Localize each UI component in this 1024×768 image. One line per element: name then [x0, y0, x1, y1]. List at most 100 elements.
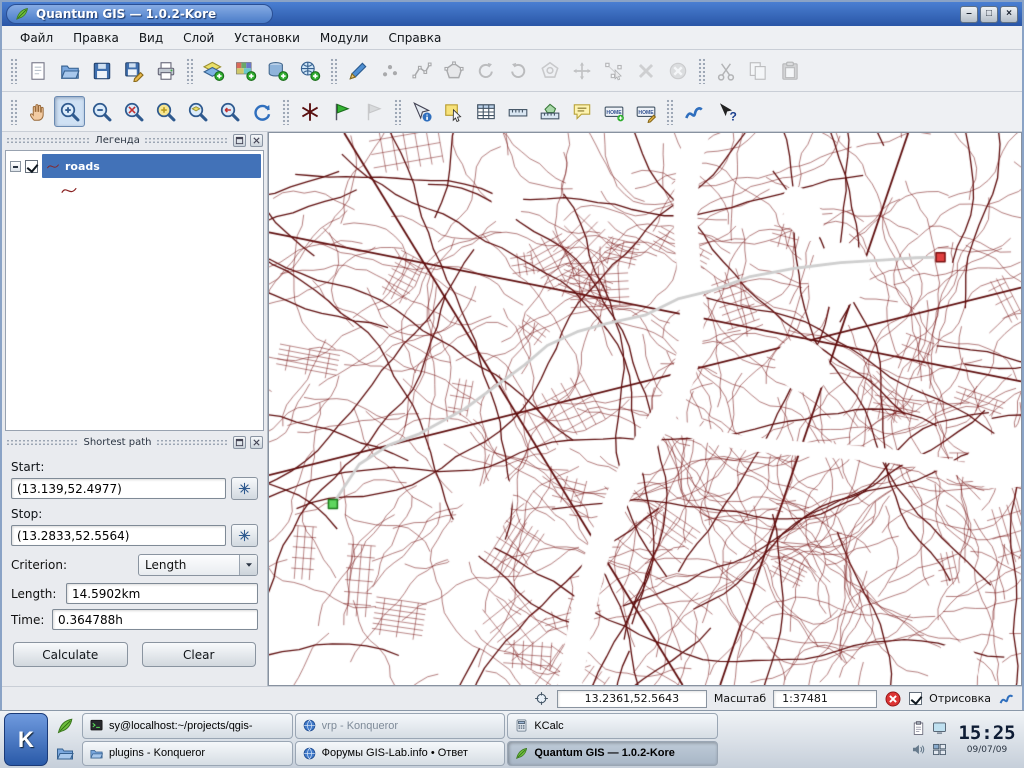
shortest-path-close-button[interactable] — [250, 436, 263, 449]
selected-layer-row[interactable]: roads — [42, 154, 261, 178]
menu-file[interactable]: Файл — [10, 28, 63, 48]
roads-symbol-line — [52, 181, 86, 199]
folder-icon[interactable] — [55, 743, 75, 763]
criterion-select[interactable]: Length — [138, 554, 258, 576]
window-title: Quantum GIS — 1.0.2-Kore — [36, 7, 216, 21]
refresh-map-button[interactable] — [246, 96, 277, 127]
add-raster-layer-button[interactable] — [230, 55, 261, 86]
k-menu-button[interactable]: K — [4, 713, 48, 766]
save-project-as-button[interactable] — [118, 55, 149, 86]
volume-icon[interactable] — [910, 741, 929, 760]
task-button[interactable]: KCalc — [507, 713, 718, 739]
zoom-to-layer-button[interactable] — [182, 96, 213, 127]
coordinate-display[interactable]: 13.2361,52.5643 — [557, 690, 707, 708]
menu-layer[interactable]: Слой — [173, 28, 224, 48]
calculate-button[interactable]: Calculate — [13, 642, 128, 667]
measure-area-button[interactable] — [534, 96, 565, 127]
shortest-path-panel-header[interactable]: Shortest path — [2, 434, 267, 451]
minimize-button[interactable]: – — [960, 6, 978, 23]
add-postgis-layer-button[interactable] — [262, 55, 293, 86]
length-output[interactable] — [66, 583, 258, 604]
legend-float-button[interactable] — [233, 134, 246, 147]
task-button[interactable]: sy@localhost:~/projects/qgis- — [82, 713, 293, 739]
monitor-icon[interactable] — [931, 720, 950, 739]
open-attribute-table-button[interactable] — [470, 96, 501, 127]
toolbar-handle[interactable] — [10, 99, 17, 125]
combo-arrow-button[interactable] — [239, 555, 257, 575]
map-tips-button[interactable] — [566, 96, 597, 127]
star-tool-button[interactable] — [294, 96, 325, 127]
stop-render-button[interactable] — [884, 690, 902, 708]
measure-line-icon — [507, 101, 529, 123]
shortest-path-float-button[interactable] — [233, 436, 246, 449]
menu-settings[interactable]: Установки — [224, 28, 310, 48]
whats-this-button[interactable]: ? — [710, 96, 741, 127]
maximize-button[interactable]: □ — [980, 6, 998, 23]
coordinate-capture-icon[interactable] — [533, 690, 550, 707]
time-output[interactable] — [52, 609, 258, 630]
legend-close-button[interactable] — [250, 134, 263, 147]
task-label: Quantum GIS — 1.0.2-Kore — [534, 747, 675, 759]
title-bar[interactable]: Quantum GIS — 1.0.2-Kore –□× — [2, 2, 1022, 26]
road-graph-button[interactable] — [678, 96, 709, 127]
kcalc-icon — [514, 718, 529, 733]
menu-help[interactable]: Справка — [378, 28, 451, 48]
task-button[interactable]: Quantum GIS — 1.0.2-Kore — [507, 741, 718, 767]
close-button[interactable]: × — [1000, 6, 1018, 23]
print-composer-button[interactable] — [150, 55, 181, 86]
map-canvas[interactable] — [269, 133, 1021, 685]
toggle-editing-button[interactable] — [342, 55, 373, 86]
layer-visibility-checkbox[interactable] — [25, 160, 38, 173]
legend-panel-header[interactable]: Легенда — [2, 132, 267, 149]
capture-point-icon — [379, 60, 401, 82]
add-vector-layer-button[interactable] — [198, 55, 229, 86]
panel-drag-handle[interactable] — [6, 439, 79, 446]
zoom-to-selection-button[interactable] — [150, 96, 181, 127]
green-flag-button[interactable] — [326, 96, 357, 127]
task-list: sy@localhost:~/projects/qgis-vrp - Konqu… — [82, 713, 718, 766]
klipper-icon[interactable] — [910, 720, 929, 739]
pick-start-button[interactable] — [231, 477, 258, 500]
save-project-button[interactable] — [86, 55, 117, 86]
zoom-in-button[interactable] — [54, 96, 85, 127]
measure-line-button[interactable] — [502, 96, 533, 127]
stop-input[interactable] — [11, 525, 226, 546]
task-button[interactable]: vrp - Konqueror — [295, 713, 506, 739]
expander-icon[interactable] — [10, 161, 21, 172]
toolbar-handle[interactable] — [10, 58, 17, 84]
new-bookmark-button[interactable]: HOME — [598, 96, 629, 127]
open-project-button[interactable] — [54, 55, 85, 86]
start-input[interactable] — [11, 478, 226, 499]
move-vertex-button — [598, 55, 629, 86]
zoom-last-button[interactable] — [214, 96, 245, 127]
menu-edit[interactable]: Правка — [63, 28, 129, 48]
select-features-button[interactable] — [438, 96, 469, 127]
legend-tree[interactable]: roads — [5, 150, 264, 431]
taskbar-clock[interactable]: 15:25 09/07/09 — [954, 713, 1020, 766]
zoom-out-button[interactable] — [86, 96, 117, 127]
panel-drag-handle[interactable] — [156, 439, 229, 446]
add-wms-layer-button[interactable] — [294, 55, 325, 86]
kde-taskbar: K sy@localhost:~/projects/qgis-vrp - Kon… — [0, 710, 1024, 768]
show-bookmarks-button[interactable]: HOME — [630, 96, 661, 127]
new-project-icon — [27, 60, 49, 82]
menu-plugins[interactable]: Модули — [310, 28, 379, 48]
pan-map-button[interactable] — [22, 96, 53, 127]
task-button[interactable]: plugins - Konqueror — [82, 741, 293, 767]
qgis-icon[interactable] — [55, 716, 75, 736]
panel-drag-handle[interactable] — [6, 137, 91, 144]
legend-layer-roads[interactable]: roads — [6, 151, 263, 180]
panel-drag-handle[interactable] — [144, 137, 229, 144]
zoom-full-button[interactable] — [118, 96, 149, 127]
pick-stop-button[interactable] — [231, 524, 258, 547]
new-project-button[interactable] — [22, 55, 53, 86]
scale-input[interactable]: 1:37481 — [773, 690, 877, 708]
pager-icon[interactable] — [931, 741, 950, 760]
task-button[interactable]: Форумы GIS-Lab.info • Ответ — [295, 741, 506, 767]
menu-view[interactable]: Вид — [129, 28, 173, 48]
clock-date: 09/07/09 — [967, 746, 1007, 755]
capture-line-button — [406, 55, 437, 86]
render-checkbox[interactable] — [909, 692, 922, 705]
identify-features-button[interactable] — [406, 96, 437, 127]
clear-button[interactable]: Clear — [142, 642, 257, 667]
